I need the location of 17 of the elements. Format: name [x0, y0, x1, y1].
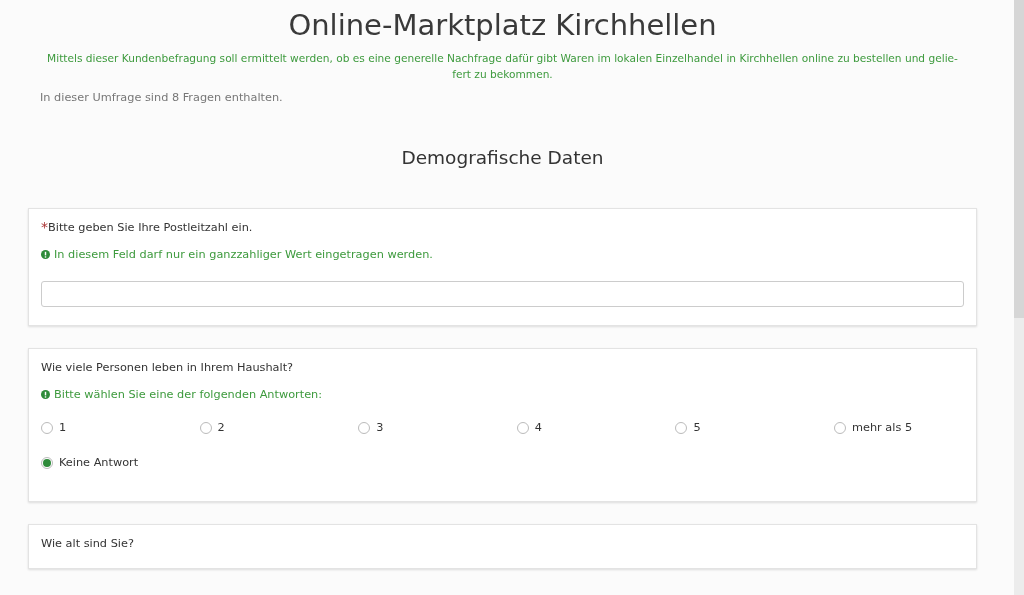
required-mark: *: [41, 221, 48, 233]
option-label[interactable]: Keine Antwort: [59, 456, 139, 469]
group-title: Demografische Daten: [400, 147, 605, 168]
survey-description: Mittels dieser Kundenbefragung soll ermittelt werden, ob es eine generelle Nachfrage dafür gibt Waren im lokalen Einzelhandel in Kirchhellen online zu bestellen und gelie- fert zu bekommen.: [46, 51, 959, 82]
question-count-text: In dieser Umfrage sind 8 Fragen enthalten.: [40, 91, 284, 104]
question-text: Bitte geben Sie Ihre Postleitzahl ein.: [48, 221, 253, 234]
question-text: Wie alt sind Sie?: [41, 537, 134, 550]
option-label[interactable]: 2: [217, 421, 225, 434]
option-label[interactable]: 1: [59, 421, 67, 434]
option-label[interactable]: mehr als 5: [852, 421, 913, 434]
question-hint: In diesem Feld darf nur ein ganzzahliger Wert eingetragen werden.: [54, 248, 433, 261]
survey-title: Online-Marktplatz Kirchhellen: [287, 8, 718, 42]
option-label[interactable]: 5: [693, 421, 701, 434]
question-hint: Bitte wählen Sie eine der folgenden Antworten:: [54, 388, 323, 401]
option-label[interactable]: 4: [534, 421, 542, 434]
question-text: Wie viele Personen leben in Ihrem Haushalt?: [41, 361, 294, 374]
option-label[interactable]: 3: [376, 421, 384, 434]
